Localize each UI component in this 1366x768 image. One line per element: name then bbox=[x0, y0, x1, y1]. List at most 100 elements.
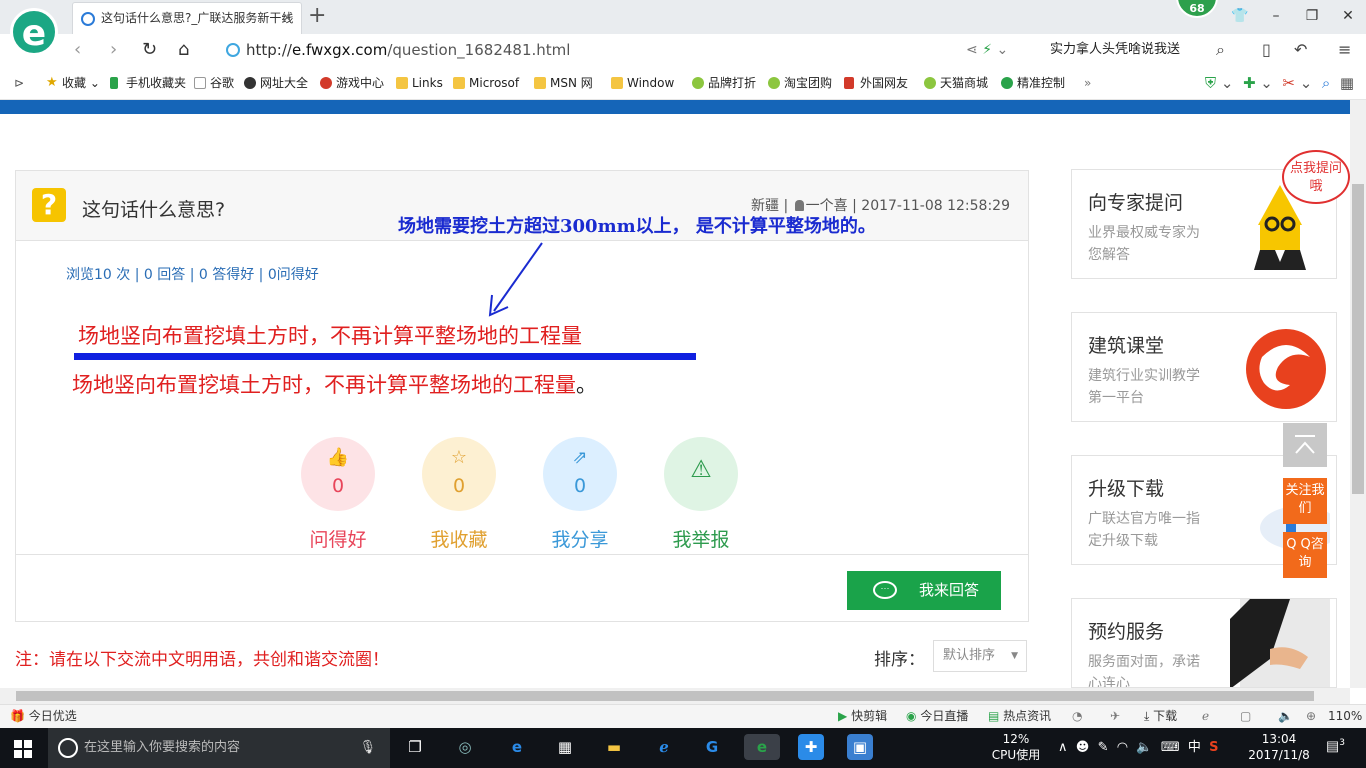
scroll-thumb[interactable] bbox=[16, 691, 1314, 701]
close-window-icon[interactable]: ✕ bbox=[1338, 6, 1358, 26]
action-favorite[interactable]: ☆ 0 我收藏 bbox=[421, 437, 497, 552]
bookmark-item[interactable]: MSN 网 bbox=[534, 74, 593, 92]
bookmark-item[interactable]: 品牌打折 bbox=[692, 74, 756, 92]
keyboard-icon[interactable]: ⌨ bbox=[1161, 740, 1180, 755]
task-view-icon[interactable]: ❐ bbox=[402, 734, 428, 760]
action-circle[interactable]: ⇗ 0 bbox=[543, 437, 617, 511]
app-spiral-icon[interactable]: ◎ bbox=[452, 734, 478, 760]
action-circle[interactable]: 👍 0 bbox=[301, 437, 375, 511]
glodon-app-icon[interactable]: G bbox=[699, 734, 725, 760]
card-classroom[interactable]: 建筑课堂 建筑行业实训教学第一平台 bbox=[1071, 312, 1337, 422]
speed-icon[interactable]: ◔ bbox=[1072, 705, 1082, 727]
browser-tab[interactable]: 这句话什么意思?_广联达服务新干线 × bbox=[72, 2, 302, 34]
volume-icon[interactable]: 🔈 bbox=[1278, 705, 1293, 727]
microphone-icon[interactable]: 🎙 bbox=[359, 728, 376, 768]
bookmark-item[interactable]: 谷歌 bbox=[194, 74, 234, 92]
window-icon[interactable]: ▢ bbox=[1240, 705, 1251, 727]
phone-icon[interactable]: ▯ bbox=[1262, 38, 1271, 62]
shield-ext-icon[interactable]: ⛨ bbox=[1205, 74, 1216, 92]
app-plus-icon[interactable]: ✚ bbox=[798, 734, 824, 760]
home-icon[interactable]: ⌂ bbox=[178, 38, 189, 62]
ie-mode-icon[interactable]: ℯ bbox=[1202, 705, 1209, 727]
menu-icon[interactable]: ≡ bbox=[1338, 38, 1351, 62]
more-bookmarks-icon[interactable]: » bbox=[1084, 74, 1091, 92]
hot-search-link[interactable]: 实力拿人头凭啥说我送 bbox=[1050, 38, 1180, 62]
horizontal-scrollbar[interactable] bbox=[0, 688, 1350, 704]
bookmark-item[interactable]: ★ 收藏 ⌄ bbox=[46, 74, 100, 92]
tab-close-icon[interactable]: × bbox=[281, 3, 293, 33]
speaker-icon[interactable]: 🔈 bbox=[1136, 740, 1152, 755]
cpu-usage[interactable]: 12% CPU使用 bbox=[990, 731, 1042, 763]
bookmark-item[interactable]: 精准控制 bbox=[1001, 74, 1065, 92]
status-download[interactable]: ⤓ 下载 bbox=[1144, 705, 1177, 727]
status-left[interactable]: 🎁 今日优选 bbox=[10, 705, 77, 727]
card-appointment[interactable]: 预约服务 服务面对面，承诺心连心 bbox=[1071, 598, 1337, 688]
forward-icon[interactable]: › bbox=[110, 38, 117, 62]
url-input[interactable]: http://e.fwxgx.com/question_1682481.html bbox=[222, 38, 1040, 62]
translate-icon[interactable]: ✚ bbox=[1243, 74, 1256, 92]
tray-chevron-icon[interactable]: ∧ bbox=[1058, 740, 1068, 755]
file-explorer-icon[interactable]: ▬ bbox=[601, 734, 627, 760]
lightning-icon[interactable]: ⚡ bbox=[982, 42, 992, 58]
zoom-level[interactable]: 110% bbox=[1328, 705, 1362, 727]
store-icon[interactable]: ▦ bbox=[552, 734, 578, 760]
new-tab-button[interactable]: + bbox=[308, 4, 326, 28]
status-live[interactable]: ◉ 今日直播 bbox=[906, 705, 968, 727]
edge-icon[interactable]: e bbox=[504, 734, 530, 760]
bookmark-item[interactable]: 淘宝团购 bbox=[768, 74, 832, 92]
action-label[interactable]: 我举报 bbox=[663, 525, 739, 552]
back-to-top-button[interactable] bbox=[1283, 423, 1327, 467]
2345-browser-icon[interactable]: e bbox=[744, 734, 780, 760]
bookmark-item[interactable]: 手机收藏夹 bbox=[110, 74, 186, 92]
undo-icon[interactable]: ↶ bbox=[1294, 38, 1307, 62]
restore-icon[interactable]: ❐ bbox=[1302, 6, 1322, 26]
vertical-scrollbar[interactable] bbox=[1350, 100, 1366, 688]
ime-mode[interactable]: 中 bbox=[1188, 740, 1201, 755]
refresh-icon[interactable]: ↻ bbox=[142, 38, 157, 62]
bookmark-item[interactable]: Window bbox=[611, 74, 674, 92]
back-icon[interactable]: ‹ bbox=[74, 38, 81, 62]
notification-badge[interactable]: 68 bbox=[1176, 0, 1218, 18]
search-icon[interactable]: ⌕ bbox=[1216, 38, 1225, 62]
system-clock[interactable]: 13:04 2017/11/8 bbox=[1246, 731, 1312, 763]
bookmark-item[interactable]: 天猫商城 bbox=[924, 74, 988, 92]
action-label[interactable]: 问得好 bbox=[300, 525, 376, 552]
action-good-question[interactable]: 👍 0 问得好 bbox=[300, 437, 376, 552]
browser-logo[interactable]: e bbox=[10, 8, 58, 56]
bookmark-item[interactable]: 游戏中心 bbox=[320, 74, 384, 92]
bookmark-item[interactable]: 网址大全 bbox=[244, 74, 308, 92]
pin-icon[interactable]: ✈ bbox=[1110, 705, 1120, 727]
pen-icon[interactable]: ✎ bbox=[1098, 740, 1109, 755]
status-kuaijian[interactable]: ▶ 快剪辑 bbox=[838, 705, 887, 727]
qq-consult-button[interactable]: Q Q咨询 bbox=[1283, 532, 1327, 578]
action-label[interactable]: 我分享 bbox=[542, 525, 618, 552]
windows-start-icon[interactable] bbox=[14, 740, 32, 758]
scroll-thumb[interactable] bbox=[1352, 184, 1364, 494]
sogou-ime-icon[interactable]: S bbox=[1209, 740, 1218, 755]
bookmark-item[interactable]: Microsof bbox=[453, 74, 519, 92]
follow-us-button[interactable]: 关注我们 bbox=[1283, 478, 1327, 524]
share-icon[interactable]: ⋖ ⚡ ⌄ bbox=[966, 38, 1008, 62]
status-news[interactable]: ▤ 热点资讯 bbox=[988, 705, 1051, 727]
action-circle[interactable]: ☆ 0 bbox=[422, 437, 496, 511]
search-ext-icon[interactable]: ⌕ bbox=[1322, 74, 1330, 92]
scissors-icon[interactable]: ✂ bbox=[1282, 74, 1295, 92]
wifi-icon[interactable]: ◠ bbox=[1117, 740, 1128, 755]
extension-icons[interactable]: ⛨ ⌄ ✚ ⌄ ✂ ⌄ ⌕ ▦ bbox=[1205, 73, 1354, 93]
action-share[interactable]: ⇗ 0 我分享 bbox=[542, 437, 618, 552]
app-screenshot-icon[interactable]: ▣ bbox=[847, 734, 873, 760]
sort-select[interactable]: 默认排序 ▼ bbox=[933, 640, 1027, 672]
shirt-icon[interactable]: 👕 bbox=[1230, 6, 1250, 26]
action-circle[interactable]: ⚠ bbox=[664, 437, 738, 511]
people-icon[interactable]: ☻ bbox=[1076, 740, 1090, 755]
sidebar-toggle-icon[interactable]: ⊳ bbox=[14, 74, 24, 92]
grid-icon[interactable]: ▦ bbox=[1340, 74, 1354, 92]
minimize-icon[interactable]: – bbox=[1266, 6, 1286, 26]
bookmark-item[interactable]: 外国网友 bbox=[844, 74, 908, 92]
ask-speech-bubble[interactable]: 点我提问哦 bbox=[1282, 150, 1350, 204]
answer-button[interactable]: ··· 我来回答 bbox=[847, 571, 1001, 610]
zoom-icon[interactable]: ⊕ bbox=[1306, 705, 1316, 727]
taskbar-search-input[interactable]: 在这里输入你要搜索的内容 🎙 bbox=[48, 728, 390, 768]
ie-icon[interactable]: ℯ bbox=[651, 734, 677, 760]
action-label[interactable]: 我收藏 bbox=[421, 525, 497, 552]
